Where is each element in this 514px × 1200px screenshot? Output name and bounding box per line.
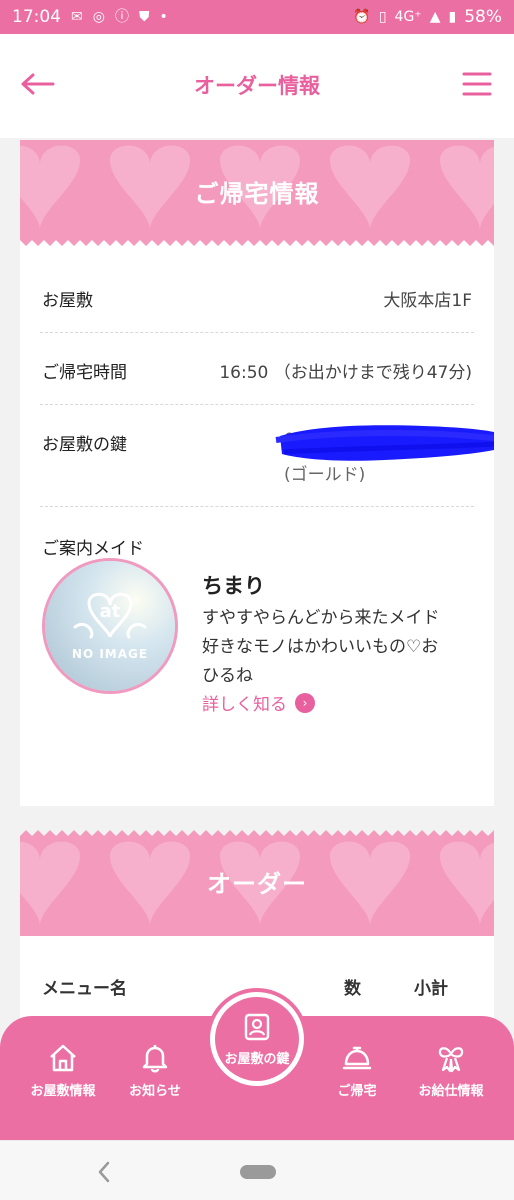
- nav-label: お屋敷情報: [30, 1084, 96, 1099]
- nav-homecoming[interactable]: ご帰宅: [312, 1042, 402, 1099]
- row-label-homecoming-time: ご帰宅時間: [42, 363, 127, 383]
- order-banner: オーダー: [20, 828, 494, 936]
- clock: 17:04: [12, 7, 61, 27]
- house-icon: [50, 1044, 76, 1072]
- order-col-menu: メニュー名: [42, 979, 127, 999]
- nav-label: お知らせ: [129, 1084, 181, 1099]
- mail-icon: ✉: [71, 9, 83, 25]
- service-bell-icon: [342, 1046, 372, 1070]
- maid-description-line: すやすやらんどから来たメイド: [202, 608, 440, 628]
- maid-description-line: 好きなモノはかわいいもの♡お: [202, 637, 439, 657]
- page-title: オーダー情報: [194, 74, 320, 98]
- info-rows: お屋敷 大阪本店1F ご帰宅時間 16:50 （お出かけまで残り47分) お屋敷…: [20, 248, 494, 808]
- hamburger-menu-icon[interactable]: [462, 70, 492, 98]
- system-back-icon[interactable]: [96, 1161, 112, 1183]
- homecoming-banner: ご帰宅情報: [20, 140, 494, 248]
- nav-notifications[interactable]: お知らせ: [110, 1042, 200, 1099]
- ribbon-icon: [438, 1047, 464, 1073]
- row-value-homecoming-time: 16:50 （お出かけまで残り47分): [219, 363, 472, 383]
- nav-mansion-key-inner: お屋敷の鍵: [215, 997, 299, 1081]
- alarm-icon: ⏰: [353, 9, 371, 25]
- homecoming-banner-title: ご帰宅情報: [194, 180, 320, 208]
- no-image-placeholder: [45, 561, 175, 691]
- order-col-subtotal: 小計: [414, 979, 448, 999]
- order-col-qty: 数: [344, 979, 361, 999]
- maid-more-link[interactable]: 詳しく知る ›: [202, 690, 315, 715]
- app-header: オーダー情報: [0, 34, 514, 138]
- divider: [40, 404, 474, 405]
- maid-name: ちまり: [202, 574, 265, 598]
- info-icon: ⓘ: [114, 9, 129, 25]
- order-banner-title: オーダー: [207, 870, 307, 898]
- divider: [40, 506, 474, 507]
- bell-icon: [142, 1045, 168, 1073]
- redaction-scribble: [275, 425, 494, 461]
- nav-label: お屋敷の鍵: [224, 1051, 290, 1067]
- app-notification-icon: ◎: [92, 9, 105, 25]
- divider: [40, 332, 474, 333]
- signal-icon: ▲: [429, 9, 441, 25]
- system-home-pill[interactable]: [240, 1165, 276, 1179]
- id-card-icon: [244, 1013, 270, 1040]
- nav-label: お給仕情報: [418, 1084, 484, 1099]
- network-label: 4G⁺: [394, 9, 422, 25]
- nav-mansion-info[interactable]: お屋敷情報: [18, 1042, 108, 1099]
- scroll-content[interactable]: ご帰宅情報 お屋敷 大阪本店1F ご帰宅時間 16:50 （お出かけまで残り47…: [0, 138, 514, 1018]
- status-bar: 17:04 ✉ ◎ ⓘ ⛊ • ⏰ ▯ 4G⁺ ▲ ▮ 58%: [0, 0, 514, 34]
- dot-icon: •: [159, 9, 168, 25]
- maid-profile: at NO IMAGE ちまり すやすやらんどから来たメイド 好きなモノはかわい…: [20, 248, 494, 715]
- chevron-right-icon: ›: [295, 692, 315, 713]
- vibrate-icon: ▯: [378, 9, 387, 25]
- system-nav-bar: [0, 1140, 514, 1200]
- maid-description-line: ひるね: [202, 666, 253, 686]
- row-value-mansion: 大阪本店1F: [383, 291, 472, 311]
- avatar-no-image-text: NO IMAGE: [71, 647, 149, 661]
- battery-icon: ▮: [448, 9, 457, 25]
- nav-label: ご帰宅: [337, 1084, 377, 1099]
- nav-mansion-key[interactable]: お屋敷の鍵: [206, 988, 308, 1090]
- maid-description: すやすやらんどから来たメイド 好きなモノはかわいいもの♡お ひるね: [202, 604, 484, 691]
- row-label-mansion-key: お屋敷の鍵: [42, 435, 127, 455]
- maid-section-label: ご案内メイド: [42, 539, 144, 559]
- maid-more-label: 詳しく知る: [202, 695, 287, 715]
- shield-icon: ⛊: [138, 9, 150, 25]
- row-label-mansion: お屋敷: [42, 291, 93, 311]
- nav-service-info[interactable]: お給仕情報: [406, 1042, 496, 1099]
- battery-level: 58%: [464, 7, 502, 27]
- avatar-mark: at: [99, 601, 121, 622]
- maid-avatar: at NO IMAGE: [42, 558, 178, 694]
